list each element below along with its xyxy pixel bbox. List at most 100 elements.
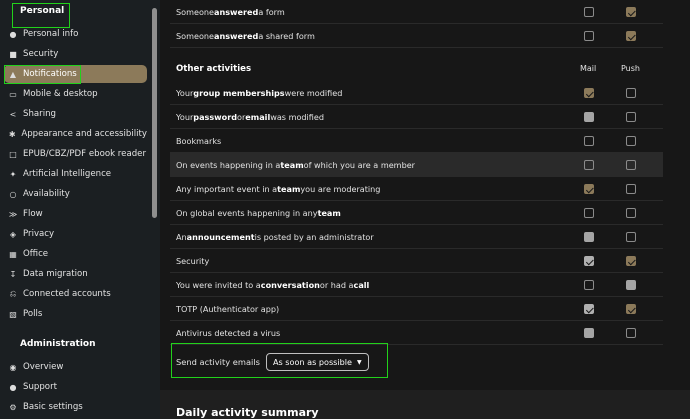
mail-checkbox[interactable] bbox=[584, 208, 594, 218]
push-checkbox[interactable] bbox=[626, 112, 636, 122]
row-text: An bbox=[176, 231, 187, 242]
sidebar-item-data-migration[interactable]: ↧ Data migration bbox=[4, 265, 147, 283]
sidebar-item-label: Mobile & desktop bbox=[23, 89, 98, 99]
sidebar-item-appearance[interactable]: ✱ Appearance and accessibility bbox=[4, 125, 147, 143]
sidebar-item-label: Office bbox=[23, 249, 49, 259]
mail-checkbox[interactable] bbox=[584, 184, 594, 194]
sidebar-item-office[interactable]: ▦ Office bbox=[4, 245, 147, 263]
row-text: TOTP (Authenticator app) bbox=[176, 303, 280, 314]
push-checkbox[interactable] bbox=[626, 328, 636, 338]
row-text: a shared form bbox=[258, 30, 315, 41]
push-checkbox[interactable] bbox=[626, 280, 636, 290]
push-checkbox[interactable] bbox=[626, 7, 636, 17]
row-text: or had a bbox=[319, 279, 354, 290]
push-checkbox[interactable] bbox=[626, 31, 636, 41]
row-text: or bbox=[237, 111, 246, 122]
sidebar-item-label: Overview bbox=[23, 362, 64, 372]
sidebar-item-privacy[interactable]: ◈ Privacy bbox=[4, 225, 147, 243]
mail-checkbox[interactable] bbox=[584, 88, 594, 98]
push-checkbox[interactable] bbox=[626, 88, 636, 98]
office-icon: ▦ bbox=[9, 249, 17, 259]
sidebar-item-overview[interactable]: ◉ Overview bbox=[4, 358, 147, 376]
mail-checkbox[interactable] bbox=[584, 232, 594, 242]
send-frequency-select[interactable]: As soon as possible ▼ bbox=[265, 353, 369, 371]
other-activities-heading: Other activities bbox=[176, 64, 252, 74]
row-text: you are moderating bbox=[300, 183, 381, 194]
mail-checkbox[interactable] bbox=[584, 7, 594, 17]
accessibility-icon: ✱ bbox=[8, 129, 16, 139]
send-activity-row: Send activity emails As soon as possible… bbox=[176, 353, 369, 371]
row-text: was modified bbox=[270, 111, 325, 122]
row-text: Antivirus detected a virus bbox=[176, 327, 281, 338]
gear-icon: ⚙ bbox=[9, 402, 17, 412]
send-activity-label: Send activity emails bbox=[176, 357, 260, 367]
sidebar-item-label: Data migration bbox=[23, 269, 88, 279]
mail-checkbox[interactable] bbox=[584, 304, 594, 314]
settings-sidebar: Personal ● Personal info ■ Security ▲ Notif… bbox=[0, 0, 160, 419]
sidebar-item-polls[interactable]: ▧ Polls bbox=[4, 305, 147, 323]
push-checkbox[interactable] bbox=[626, 208, 636, 218]
sidebar-item-label: Notifications bbox=[23, 69, 77, 79]
row-text: is posted by an administrator bbox=[254, 231, 374, 242]
download-icon: ↧ bbox=[9, 269, 17, 279]
sidebar-item-connected-accounts[interactable]: ⎌ Connected accounts bbox=[4, 285, 147, 303]
sidebar-item-basic-settings[interactable]: ⚙ Basic settings bbox=[4, 398, 147, 416]
push-checkbox[interactable] bbox=[626, 232, 636, 242]
row-text: Your bbox=[176, 87, 194, 98]
sidebar-item-personal-info[interactable]: ● Personal info bbox=[4, 25, 147, 43]
push-checkbox[interactable] bbox=[626, 160, 636, 170]
mail-column-header: Mail bbox=[580, 64, 597, 73]
push-checkbox[interactable] bbox=[626, 256, 636, 266]
push-checkbox[interactable] bbox=[626, 304, 636, 314]
row-text-bold: group memberships bbox=[193, 87, 285, 98]
sidebar-item-availability[interactable]: ○ Availability bbox=[4, 185, 147, 203]
mail-checkbox[interactable] bbox=[584, 280, 594, 290]
sidebar-item-ebook-reader[interactable]: □ EPUB/CBZ/PDF ebook reader bbox=[4, 145, 147, 163]
overview-icon: ◉ bbox=[9, 362, 17, 372]
sidebar-item-flow[interactable]: ≫ Flow bbox=[4, 205, 147, 223]
sidebar-item-security[interactable]: ■ Security bbox=[4, 45, 147, 63]
sidebar-item-label: Sharing bbox=[23, 109, 56, 119]
sidebar-item-label: Support bbox=[23, 382, 57, 392]
row-text: of which you are a member bbox=[303, 159, 416, 170]
share-icon: < bbox=[9, 109, 17, 119]
daily-summary-heading: Daily activity summary bbox=[176, 406, 319, 419]
bell-icon: ▲ bbox=[9, 69, 17, 79]
sidebar-item-notifications[interactable]: ▲ Notifications bbox=[4, 65, 147, 83]
personal-heading: Personal bbox=[20, 6, 65, 16]
mail-checkbox[interactable] bbox=[584, 256, 594, 266]
sidebar-item-ai[interactable]: ✦ Artificial Intelligence bbox=[4, 165, 147, 183]
row-text-bold: team bbox=[317, 207, 341, 218]
push-checkbox[interactable] bbox=[626, 184, 636, 194]
plug-icon: ⎌ bbox=[9, 289, 17, 298]
row-text-bold: announcement bbox=[186, 231, 255, 242]
sidebar-item-label: Personal info bbox=[23, 29, 79, 39]
mail-checkbox[interactable] bbox=[584, 160, 594, 170]
mail-checkbox[interactable] bbox=[584, 136, 594, 146]
chevron-down-icon: ▼ bbox=[357, 358, 362, 366]
sidebar-scrollbar[interactable] bbox=[152, 8, 157, 218]
flow-icon: ≫ bbox=[8, 209, 18, 219]
row-text: Bookmarks bbox=[176, 135, 222, 146]
sidebar-item-label: Appearance and accessibility bbox=[21, 129, 147, 139]
push-checkbox[interactable] bbox=[626, 136, 636, 146]
sparkle-icon: ✦ bbox=[9, 169, 17, 179]
row-text-bold: team bbox=[277, 183, 301, 194]
row-text: Someone bbox=[176, 6, 215, 17]
book-icon: □ bbox=[9, 149, 17, 159]
notifications-panel: Someone answered a form Someone answered… bbox=[160, 0, 690, 419]
sidebar-item-sharing[interactable]: < Sharing bbox=[4, 105, 147, 123]
mail-checkbox[interactable] bbox=[584, 112, 594, 122]
row-text: Someone bbox=[176, 30, 215, 41]
administration-heading: Administration bbox=[20, 339, 96, 349]
sidebar-item-mobile-desktop[interactable]: ▭ Mobile & desktop bbox=[4, 85, 147, 103]
sidebar-item-support[interactable]: ● Support bbox=[4, 378, 147, 396]
row-text: Security bbox=[176, 255, 210, 266]
mail-checkbox[interactable] bbox=[584, 328, 594, 338]
sidebar-item-label: Privacy bbox=[23, 229, 55, 239]
monitor-icon: ▭ bbox=[9, 89, 17, 99]
mail-checkbox[interactable] bbox=[584, 31, 594, 41]
row-text-bold: email bbox=[245, 111, 271, 122]
row-text-bold: password bbox=[193, 111, 237, 122]
row-text: Your bbox=[176, 111, 194, 122]
